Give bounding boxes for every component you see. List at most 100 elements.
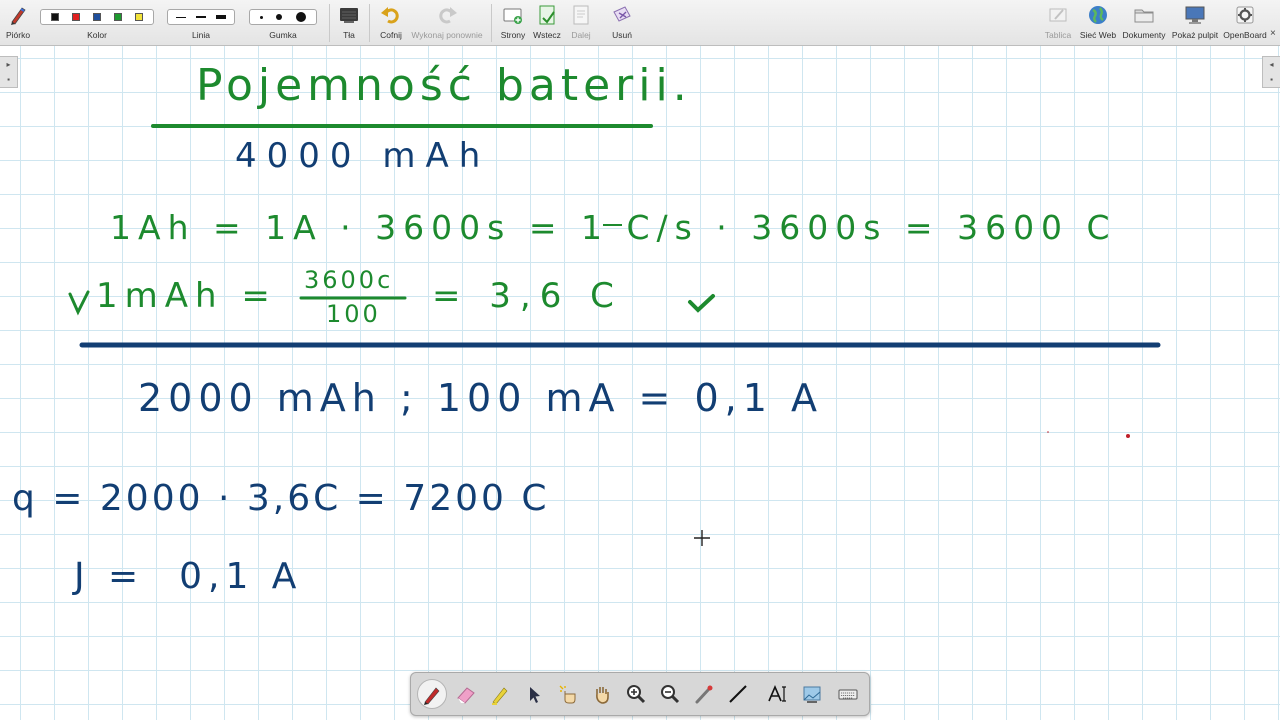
web-button[interactable]: Sieć Web [1078, 0, 1118, 46]
zoom-in-icon [627, 685, 646, 704]
text-tool[interactable] [763, 679, 793, 709]
current-equation: J = 0,1 A [74, 556, 303, 597]
color-blue-swatch[interactable] [92, 13, 101, 21]
show-desktop-label: Pokaż pulpit [1171, 30, 1219, 40]
laser-pointer-icon [695, 685, 713, 704]
add-page-icon [503, 8, 522, 24]
line-width-selector [167, 9, 235, 25]
equation-milliamp-hour: 1mAh = [96, 276, 277, 316]
fraction-numerator: 3600c [304, 266, 394, 294]
line-thin-option[interactable] [176, 16, 186, 18]
color-selector [40, 9, 154, 25]
color-black-swatch[interactable] [50, 13, 59, 21]
main-toolbar: Piórko Kolor Linia Gumka Tła Cofnij Wyko… [0, 0, 1280, 46]
expand-right-icon: ◂ ▪ [1269, 60, 1274, 84]
background-icon [340, 8, 358, 23]
pen-tool[interactable] [417, 679, 447, 709]
background-label: Tła [343, 30, 355, 40]
whiteboard-canvas[interactable]: Pojemność baterii. 4000 mAh 1Ah = 1A · 3… [0, 46, 1280, 720]
left-panel-toggle[interactable]: ▸ ▪ [0, 56, 18, 88]
pen-label: Piórko [5, 30, 31, 40]
zoom-in-tool[interactable] [621, 679, 651, 709]
given-values: 2000 mAh ; 100 mA = 0,1 A [138, 376, 823, 420]
toolbar-divider [491, 4, 492, 42]
pen-tool-button[interactable]: Piórko [2, 0, 34, 46]
toolbar-divider [369, 4, 370, 42]
redo-label: Wykonaj ponownie [411, 30, 483, 40]
text-icon [768, 684, 786, 702]
virtual-keyboard-tool[interactable] [833, 679, 863, 709]
globe-icon [1089, 6, 1107, 24]
redo-button[interactable]: Wykonaj ponownie [409, 0, 485, 46]
color-green-swatch[interactable] [114, 13, 123, 21]
board-title: Pojemność baterii. [196, 60, 692, 111]
eraser-tool[interactable] [451, 679, 481, 709]
line-medium-option[interactable] [196, 16, 206, 18]
line-tool[interactable] [723, 679, 753, 709]
eraser-medium-option[interactable] [276, 14, 283, 20]
board-label: Tablica [1044, 30, 1072, 40]
line-label: Linia [192, 30, 210, 40]
desktop-icon [1185, 6, 1205, 24]
zoom-out-tool[interactable] [655, 679, 685, 709]
openboard-menu-button[interactable]: OpenBoard [1222, 0, 1268, 46]
background-button[interactable]: Tła [334, 0, 364, 46]
selector-icon [530, 687, 540, 703]
eraser-large-option[interactable] [296, 12, 307, 22]
close-icon: × [1270, 28, 1276, 39]
check-mark-left [68, 290, 90, 316]
undo-button[interactable]: Cofnij [374, 0, 408, 46]
check-mark-right [688, 294, 715, 313]
laser-pointer-tool[interactable] [689, 679, 719, 709]
highlighter-tool[interactable] [485, 679, 515, 709]
color-label: Kolor [87, 30, 107, 40]
fraction-denominator: 100 [326, 300, 381, 328]
documents-button[interactable]: Dokumenty [1120, 0, 1168, 46]
pages-label: Strony [500, 30, 526, 40]
next-button[interactable]: Dalej [565, 0, 597, 46]
board-icon [1049, 8, 1067, 22]
hand-icon [596, 687, 609, 704]
stray-ink-dot [1047, 431, 1049, 433]
eraser-label: Gumka [269, 30, 297, 40]
back-button[interactable]: Wstecz [531, 0, 563, 46]
pen-icon [424, 687, 440, 705]
line-thick-option[interactable] [216, 15, 226, 19]
pages-button[interactable]: Strony [497, 0, 529, 46]
keyboard-icon [838, 689, 858, 700]
equation-result: = 3,6 C [432, 276, 623, 316]
color-yellow-swatch[interactable] [135, 13, 144, 21]
gear-icon [1236, 6, 1254, 24]
tool-palette [410, 672, 870, 716]
show-desktop-button[interactable]: Pokaż pulpit [1170, 0, 1220, 46]
next-page-icon [573, 5, 589, 25]
capacity-text: 4000 mAh [235, 136, 491, 176]
charge-equation: q = 2000 · 3,6C = 7200 C [12, 478, 550, 519]
board-mode-button[interactable]: Tablica [1041, 0, 1075, 46]
hand-tool[interactable] [587, 679, 617, 709]
capture-tool[interactable] [797, 679, 827, 709]
line-icon [729, 685, 747, 703]
undo-icon [381, 7, 399, 24]
delete-label: Usuń [612, 30, 632, 40]
equation-amp-hour: 1Ah = 1A · 3600s = 1 C/s · 3600s = 3600 … [110, 208, 1117, 247]
undo-label: Cofnij [380, 30, 402, 40]
color-red-swatch[interactable] [71, 13, 80, 21]
line-group: Linia [167, 0, 235, 46]
openboard-label: OpenBoard [1223, 30, 1267, 40]
right-panel-toggle[interactable]: ◂ ▪ [1262, 56, 1280, 88]
redo-icon [439, 7, 457, 24]
close-button[interactable]: × [1268, 0, 1280, 46]
next-label: Dalej [571, 30, 591, 40]
selector-tool[interactable] [519, 679, 549, 709]
interact-tool[interactable] [553, 679, 583, 709]
delete-button[interactable]: Usuń [606, 0, 638, 46]
pen-icon [11, 7, 26, 25]
zoom-out-icon [661, 685, 680, 704]
crosshair-cursor-icon [694, 530, 710, 546]
toolbar-divider [329, 4, 330, 42]
color-group: Kolor [40, 0, 154, 46]
back-label: Wstecz [533, 30, 561, 40]
documents-label: Dokumenty [1122, 30, 1166, 40]
eraser-small-option[interactable] [259, 15, 263, 19]
